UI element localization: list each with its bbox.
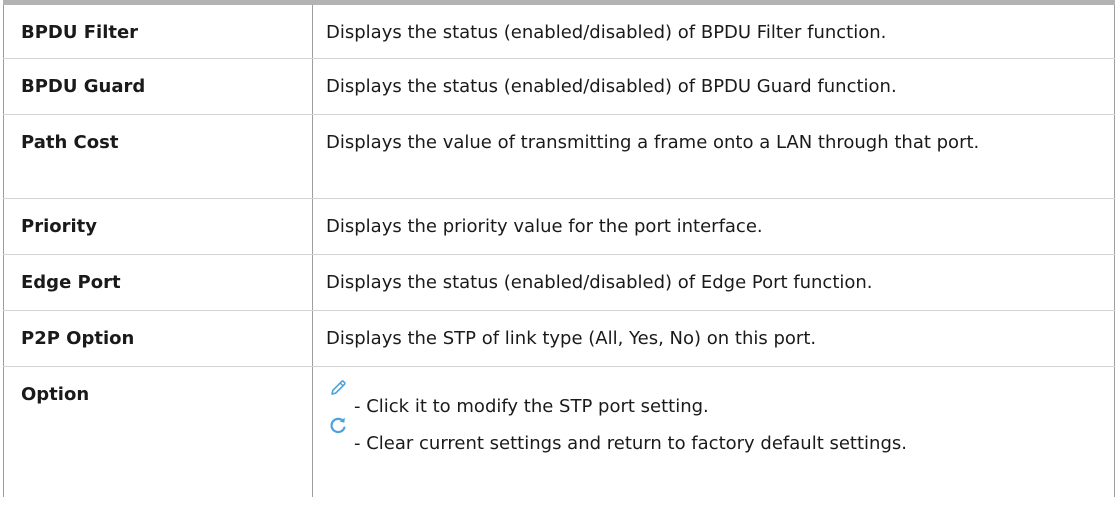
row-definition: Displays the value of transmitting a fra…: [312, 114, 1115, 199]
table-row: Priority Displays the priority value for…: [3, 198, 1115, 255]
table-row-option: Option - Click it to modify the STP port…: [3, 366, 1115, 497]
parameter-table: BPDU Filter Displays the status (enabled…: [3, 0, 1115, 497]
row-definition: Displays the priority value for the port…: [312, 198, 1115, 255]
row-term: Path Cost: [3, 114, 313, 199]
row-term: Option: [3, 366, 313, 497]
document-page: BPDU Filter Displays the status (enabled…: [0, 0, 1120, 513]
row-term: BPDU Guard: [3, 58, 313, 115]
row-term: Priority: [3, 198, 313, 255]
option-edit-line: - Click it to modify the STP port settin…: [326, 380, 1114, 421]
pencil-icon: [331, 380, 346, 395]
option-reset-text: - Clear current settings and return to f…: [354, 433, 907, 454]
option-reset-line: - Clear current settings and return to f…: [326, 417, 1114, 458]
row-definition: Displays the status (enabled/disabled) o…: [312, 58, 1115, 115]
row-term: Edge Port: [3, 254, 313, 311]
refresh-icon: [330, 417, 346, 434]
table-row: BPDU Filter Displays the status (enabled…: [3, 0, 1115, 59]
row-definition: Displays the status (enabled/disabled) o…: [312, 254, 1115, 311]
row-term: BPDU Filter: [3, 0, 313, 59]
row-definition: Displays the status (enabled/disabled) o…: [312, 0, 1115, 59]
table-row: BPDU Guard Displays the status (enabled/…: [3, 58, 1115, 115]
row-term: P2P Option: [3, 310, 313, 367]
option-edit-text: - Click it to modify the STP port settin…: [354, 396, 709, 417]
table-row: P2P Option Displays the STP of link type…: [3, 310, 1115, 367]
row-definition-option: - Click it to modify the STP port settin…: [312, 366, 1115, 497]
table-row: Edge Port Displays the status (enabled/d…: [3, 254, 1115, 311]
row-definition: Displays the STP of link type (All, Yes,…: [312, 310, 1115, 367]
table-row: Path Cost Displays the value of transmit…: [3, 114, 1115, 199]
